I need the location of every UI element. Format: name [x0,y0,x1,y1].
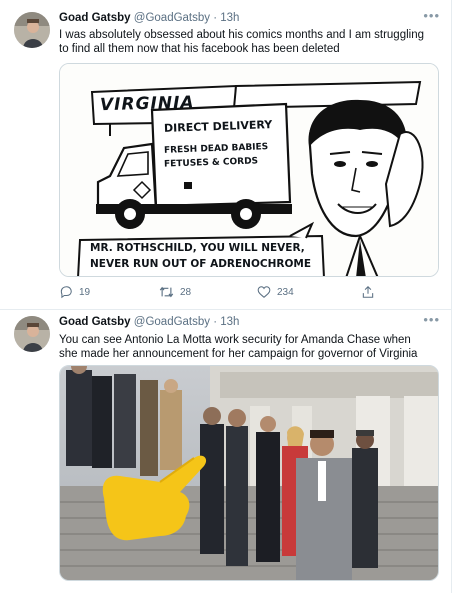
tweet-time[interactable]: · 13h [213,12,239,24]
tweet-1[interactable]: Goad Gatsby @GoadGatsby · 13h ••• I was … [0,0,451,310]
tweet-image[interactable]: VIRGINIA DIRECT DELIVERY FRESH DEAD BABI… [59,63,439,277]
retweet-button[interactable]: 28 [159,283,191,301]
tweet-photo[interactable] [59,365,439,581]
more-icon[interactable]: ••• [423,312,440,327]
reply-count: 19 [79,286,91,298]
speech-text-1: MR. ROTHSCHILD, YOU WILL NEVER, [90,242,305,254]
like-count: 234 [277,286,294,298]
like-icon [257,286,271,298]
avatar[interactable] [14,12,50,48]
retweet-count: 28 [180,286,192,298]
more-icon[interactable]: ••• [423,8,440,23]
speech-text-2: NEVER RUN OUT OF ADRENOCHROME [90,258,312,270]
tweet-actions: 19 28 234 [59,283,419,301]
like-button[interactable]: 234 [257,283,294,301]
tweet-header: Goad Gatsby @GoadGatsby · 13h [59,12,239,24]
tweet-header: Goad Gatsby @GoadGatsby · 13h [59,316,239,328]
reply-button[interactable]: 19 [59,283,90,301]
author-handle[interactable]: @GoadGatsby [134,316,210,328]
author-handle[interactable]: @GoadGatsby [134,12,210,24]
share-icon [362,286,374,298]
rally-photo [60,366,438,580]
tweet-2[interactable]: Goad Gatsby @GoadGatsby · 13h ••• You ca… [0,310,451,593]
author-name[interactable]: Goad Gatsby [59,12,131,24]
reply-icon [60,286,72,299]
retweet-icon [159,286,174,298]
tweet-time[interactable]: · 13h [213,316,239,328]
sign-text: VIRGINIA [99,92,195,116]
tweet-text: You can see Antonio La Motta work securi… [59,334,418,360]
timeline: Goad Gatsby @GoadGatsby · 13h ••• I was … [0,0,452,593]
avatar-image [14,316,50,352]
avatar-image [14,12,50,48]
tweet-text: I was absolutely obsessed about his comi… [59,29,424,55]
scrollbar-track[interactable] [452,0,466,593]
author-name[interactable]: Goad Gatsby [59,316,131,328]
avatar[interactable] [14,316,50,352]
share-button[interactable] [361,283,375,301]
